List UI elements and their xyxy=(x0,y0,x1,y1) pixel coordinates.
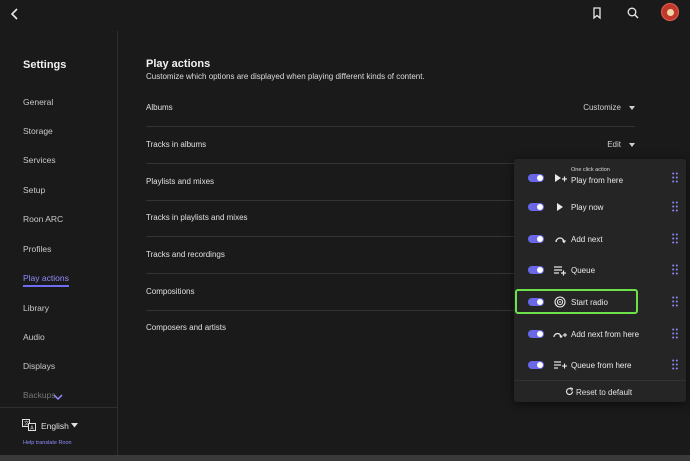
reset-label: Reset to default xyxy=(576,388,633,397)
reset-to-default-button[interactable]: Reset to default xyxy=(514,380,686,402)
row-albums[interactable]: Albums Customize xyxy=(146,90,635,127)
scroll-down-chevron-icon[interactable] xyxy=(52,392,64,402)
language-icon: 文 A xyxy=(22,419,36,431)
sidebar-item-displays[interactable]: Displays xyxy=(23,361,55,371)
popup-item-label: Add next xyxy=(571,235,603,244)
user-avatar[interactable] xyxy=(661,3,679,21)
drag-handle-icon[interactable] xyxy=(672,264,678,275)
popup-item-queue[interactable]: Queue xyxy=(514,256,686,284)
toggle-switch[interactable] xyxy=(528,361,544,369)
sidebar-item-setup[interactable]: Setup xyxy=(23,185,45,195)
refresh-icon xyxy=(565,387,574,396)
sidebar-item-profiles[interactable]: Profiles xyxy=(23,244,51,254)
toggle-switch[interactable] xyxy=(528,174,544,182)
sidebar-item-roon-arc[interactable]: Roon ARC xyxy=(23,214,63,224)
toggle-switch[interactable] xyxy=(528,298,544,306)
sidebar-footer: 文 A English Help translate Roon xyxy=(0,407,118,461)
sidebar-item-backups[interactable]: Backups xyxy=(23,390,56,400)
sidebar-item-library[interactable]: Library xyxy=(23,303,49,313)
page-title: Play actions xyxy=(146,58,211,70)
play-icon xyxy=(557,203,563,211)
toggle-switch[interactable] xyxy=(528,266,544,274)
queue-icon xyxy=(554,266,566,276)
row-label: Albums xyxy=(146,103,173,112)
language-selector[interactable]: English xyxy=(41,421,69,431)
row-label: Tracks and recordings xyxy=(146,250,225,259)
popup-item-add-next[interactable]: Add next xyxy=(514,225,686,253)
drag-handle-icon[interactable] xyxy=(672,233,678,244)
add-next-icon xyxy=(555,237,566,244)
bottom-bar xyxy=(0,455,690,461)
back-chevron-icon[interactable] xyxy=(8,6,22,22)
add-next-from-here-icon xyxy=(553,332,567,339)
row-label: Compositions xyxy=(146,287,195,296)
popup-item-label: Play from here xyxy=(571,176,624,185)
popup-item-label: Play now xyxy=(571,203,604,212)
row-label: Composers and artists xyxy=(146,323,227,332)
sidebar-item-services[interactable]: Services xyxy=(23,155,56,165)
play-actions-popup: One click action Play from here Play now… xyxy=(514,159,686,402)
one-click-action-label: One click action xyxy=(571,167,610,173)
row-label: Tracks in albums xyxy=(146,140,207,149)
row-label: Tracks in playlists and mixes xyxy=(146,213,248,222)
sidebar-item-storage[interactable]: Storage xyxy=(23,126,53,136)
drag-handle-icon[interactable] xyxy=(672,359,678,370)
svg-text:A: A xyxy=(30,425,34,431)
sidebar-title: Settings xyxy=(23,59,67,71)
play-from-here-icon xyxy=(555,174,567,182)
customize-button[interactable]: Customize xyxy=(583,103,621,112)
page-subtitle: Customize which options are displayed wh… xyxy=(146,72,425,81)
popup-item-start-radio[interactable]: Start radio xyxy=(514,288,686,316)
caret-down-icon[interactable] xyxy=(629,143,635,147)
bookmark-icon[interactable] xyxy=(590,6,604,20)
search-icon[interactable] xyxy=(626,6,640,20)
caret-down-icon[interactable] xyxy=(71,423,78,428)
sidebar-item-audio[interactable]: Audio xyxy=(23,332,45,342)
top-bar xyxy=(0,0,690,31)
radio-icon xyxy=(554,296,566,308)
sidebar-item-general[interactable]: General xyxy=(23,97,53,107)
toggle-switch[interactable] xyxy=(528,330,544,338)
caret-down-icon[interactable] xyxy=(629,106,635,110)
popup-item-label: Add next from here xyxy=(571,330,640,339)
help-translate-link[interactable]: Help translate Roon xyxy=(23,440,72,446)
row-label: Playlists and mixes xyxy=(146,177,215,186)
popup-item-label: Start radio xyxy=(571,298,608,307)
toggle-switch[interactable] xyxy=(528,235,544,243)
sidebar-item-play-actions[interactable]: Play actions xyxy=(23,273,69,287)
popup-item-label: Queue xyxy=(571,266,596,275)
edit-button[interactable]: Edit xyxy=(607,140,621,149)
popup-item-add-next-from-here[interactable]: Add next from here xyxy=(514,320,686,348)
popup-item-label: Queue from here xyxy=(571,361,632,370)
queue-from-here-icon xyxy=(554,361,567,369)
popup-item-play-from-here[interactable]: One click action Play from here xyxy=(514,164,686,192)
drag-handle-icon[interactable] xyxy=(672,172,678,183)
drag-handle-icon[interactable] xyxy=(672,296,678,307)
popup-item-play-now[interactable]: Play now xyxy=(514,193,686,221)
drag-handle-icon[interactable] xyxy=(672,328,678,339)
toggle-switch[interactable] xyxy=(528,203,544,211)
settings-sidebar: Settings General Storage Services Setup … xyxy=(0,31,118,461)
popup-item-queue-from-here[interactable]: Queue from here xyxy=(514,351,686,379)
drag-handle-icon[interactable] xyxy=(672,201,678,212)
